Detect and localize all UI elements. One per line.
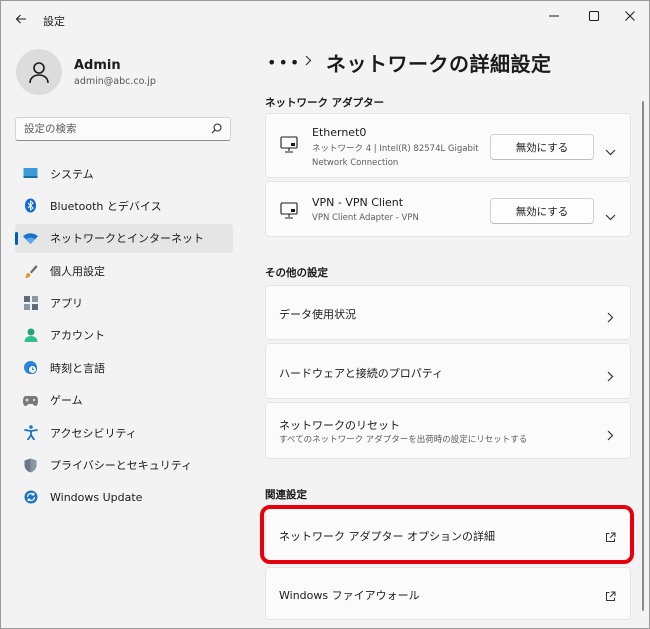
chevron-down-icon[interactable] — [605, 206, 616, 225]
highlight-annotation — [260, 505, 634, 564]
link-description: すべてのネットワーク アダプターを出荷時の設定にリセットする — [279, 435, 528, 445]
scrollbar-thumb[interactable] — [642, 101, 644, 611]
wifi-icon — [23, 231, 38, 246]
close-icon — [625, 11, 635, 21]
sidebar-item-label: システム — [50, 167, 94, 181]
disable-adapter-button[interactable]: 無効にする — [490, 134, 594, 160]
chevron-right-icon — [607, 367, 614, 386]
maximize-icon — [589, 11, 599, 21]
title-bar: 設定 — [1, 1, 649, 37]
scrollbar[interactable] — [642, 101, 645, 621]
sidebar-nav: システム Bluetooth とデバイス ネットワークとインターネット 個人用設… — [15, 159, 233, 515]
search-box[interactable] — [15, 117, 231, 141]
adapter-description: VPN Client Adapter - VPN — [312, 213, 419, 223]
sidebar-item-label: ネットワークとインターネット — [50, 232, 204, 246]
minimize-button[interactable] — [537, 5, 571, 27]
breadcrumb: ••• ネットワークの詳細設定 — [267, 47, 552, 77]
user-name: Admin — [74, 58, 121, 73]
sidebar-item-label: アカウント — [50, 329, 105, 343]
ethernet-icon — [280, 136, 298, 158]
app-title: 設定 — [43, 15, 65, 28]
link-label: データ使用状況 — [279, 308, 356, 321]
search-input[interactable] — [24, 121, 204, 137]
person-icon — [23, 328, 38, 343]
sidebar-item-accessibility[interactable]: アクセシビリティ — [15, 418, 233, 447]
sidebar-item-label: プライバシーとセキュリティ — [50, 459, 193, 473]
sidebar-item-privacy[interactable]: プライバシーとセキュリティ — [15, 451, 233, 480]
adapter-name: Ethernet0 — [312, 126, 367, 139]
sidebar-item-network[interactable]: ネットワークとインターネット — [15, 223, 233, 253]
sidebar-item-personalization[interactable]: 個人用設定 — [15, 256, 233, 285]
link-label: ネットワークのリセット — [279, 419, 400, 432]
sidebar-item-system[interactable]: システム — [15, 159, 233, 188]
disable-adapter-button[interactable]: 無効にする — [490, 198, 594, 224]
monitor-icon — [23, 166, 38, 181]
sidebar-item-apps[interactable]: アプリ — [15, 289, 233, 318]
adapter-card-ethernet[interactable]: Ethernet0 ネットワーク 4 | Intel(R) 82574L Gig… — [265, 113, 631, 178]
minimize-icon — [549, 15, 559, 17]
maximize-button[interactable] — [577, 5, 611, 27]
update-icon — [23, 490, 38, 505]
chevron-right-icon — [607, 426, 614, 445]
sidebar-item-label: Windows Update — [50, 490, 143, 504]
sidebar-item-label: 個人用設定 — [50, 264, 105, 278]
sidebar-item-bluetooth[interactable]: Bluetooth とデバイス — [15, 191, 233, 220]
breadcrumb-overflow-button[interactable]: ••• — [267, 53, 299, 72]
back-arrow-icon — [15, 14, 26, 24]
sidebar-item-label: Bluetooth とデバイス — [50, 199, 162, 213]
page-title: ネットワークの詳細設定 — [326, 51, 552, 76]
external-link-icon — [605, 587, 616, 606]
chevron-down-icon[interactable] — [605, 141, 616, 160]
user-email: admin@abc.co.jp — [74, 76, 156, 87]
sidebar-item-label: アプリ — [50, 297, 83, 311]
clock-globe-icon — [23, 360, 38, 375]
hardware-properties-link[interactable]: ハードウェアと接続のプロパティ — [265, 343, 631, 399]
sidebar-item-label: アクセシビリティ — [50, 426, 137, 440]
adapter-name: VPN - VPN Client — [312, 196, 404, 209]
sidebar-item-time-language[interactable]: 時刻と言語 — [15, 353, 233, 382]
section-title-related: 関連設定 — [265, 489, 307, 501]
section-title-other: その他の設定 — [265, 267, 328, 279]
shield-icon — [23, 458, 38, 473]
brush-icon — [23, 263, 38, 278]
adapter-description: ネットワーク 4 | Intel(R) 82574L Gigabit Netwo… — [312, 144, 479, 168]
section-title-adapters: ネットワーク アダプター — [265, 97, 385, 109]
sidebar-item-label: ゲーム — [50, 394, 83, 408]
link-label: Windows ファイアウォール — [279, 589, 420, 602]
firewall-link[interactable]: Windows ファイアウォール — [265, 567, 631, 620]
close-button[interactable] — [613, 5, 647, 27]
data-usage-link[interactable]: データ使用状況 — [265, 285, 631, 340]
chevron-right-icon — [305, 55, 312, 69]
gamepad-icon — [23, 393, 38, 408]
accessibility-icon — [23, 425, 38, 441]
network-reset-link[interactable]: ネットワークのリセット すべてのネットワーク アダプターを出荷時の設定にリセット… — [265, 402, 631, 459]
ethernet-icon — [280, 202, 298, 224]
sidebar-item-gaming[interactable]: ゲーム — [15, 386, 233, 415]
search-icon — [211, 123, 222, 134]
person-icon — [29, 62, 49, 84]
sidebar-item-windows-update[interactable]: Windows Update — [15, 483, 233, 512]
bluetooth-icon — [23, 198, 38, 213]
back-button[interactable] — [9, 7, 33, 31]
settings-window: 設定 Admin admin@abc.co.jp システム Bluetooth … — [0, 0, 650, 629]
chevron-right-icon — [607, 308, 614, 327]
link-label: ハードウェアと接続のプロパティ — [279, 367, 444, 380]
sidebar-item-label: 時刻と言語 — [50, 361, 105, 375]
adapter-card-vpn[interactable]: VPN - VPN Client VPN Client Adapter - VP… — [265, 181, 631, 237]
apps-icon — [23, 296, 38, 311]
sidebar-item-accounts[interactable]: アカウント — [15, 321, 233, 350]
avatar[interactable] — [16, 49, 62, 95]
